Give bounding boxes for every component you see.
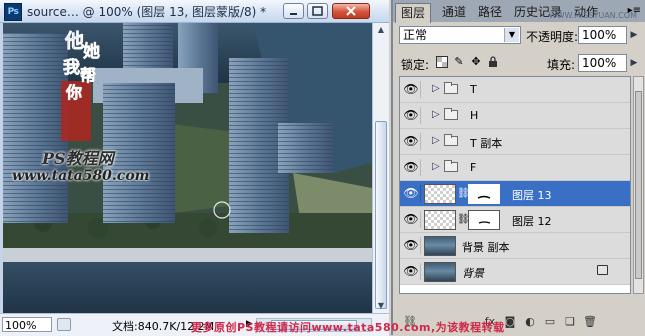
minimize-icon	[290, 13, 297, 15]
lock-image-brush-icon[interactable]: ✎	[453, 56, 465, 68]
tab-layers[interactable]: 图层	[395, 3, 432, 23]
visibility-eye-icon[interactable]: 👁	[402, 133, 421, 150]
adjustment-layer-icon[interactable]: ◐	[523, 315, 537, 329]
layer-row[interactable]: 👁 ⛓ 图层 12	[400, 207, 630, 233]
minimize-button[interactable]	[283, 3, 304, 19]
layer-thumbnail[interactable]	[424, 210, 456, 230]
lock-position-move-icon[interactable]: ✥	[470, 56, 482, 68]
layer-name: 图层 13	[512, 189, 552, 202]
visibility-eye-icon[interactable]: 👁	[402, 81, 421, 98]
close-icon	[346, 6, 356, 16]
layer-row[interactable]: 👁 ▷ T	[400, 77, 630, 103]
layer-row[interactable]: 👁 ▷ F	[400, 155, 630, 181]
bottom-watermark: 更多原创PS教程请访问www.tata580.com,为该教程转载	[191, 321, 505, 334]
canvas-watermark-ps: PS教程网	[42, 149, 114, 168]
blend-mode-select[interactable]: 正常 ▼	[399, 26, 521, 44]
opacity-flyout-icon[interactable]: ▶	[628, 26, 640, 44]
lock-all-icon[interactable]	[487, 56, 499, 68]
zoom-field[interactable]: 100%	[2, 317, 52, 332]
layer-thumbnail[interactable]	[424, 236, 456, 256]
close-button[interactable]	[332, 3, 370, 19]
vertical-scroll-thumb[interactable]	[375, 121, 387, 309]
svg-text:她: 她	[83, 41, 100, 62]
fill-flyout-icon[interactable]: ▶	[628, 54, 640, 72]
layer-row[interactable]: 👁 背景	[400, 259, 630, 285]
svg-text:他: 他	[64, 29, 84, 52]
layers-panel: 图层 通道 路径 历史记录 动作 WWW.MISSYUAN.COM ▸≡ 正常 …	[391, 0, 645, 335]
layers-scrollbar[interactable]	[633, 76, 644, 294]
background-lock-icon	[597, 265, 608, 275]
panel-menu-icon[interactable]: ▸≡	[628, 5, 641, 16]
layer-name: 背景 副本	[462, 241, 510, 254]
maximize-icon	[312, 6, 323, 16]
folder-icon	[444, 82, 458, 94]
new-group-icon[interactable]: ▭	[543, 315, 557, 329]
layer-mask-thumbnail[interactable]	[468, 184, 500, 204]
visibility-eye-icon[interactable]: 👁	[402, 107, 421, 124]
layers-scroll-thumb[interactable]	[635, 91, 642, 279]
layer-row-selected[interactable]: 👁 ⛓ 图层 13	[400, 181, 630, 207]
photoshop-app-icon: Ps	[4, 3, 22, 21]
new-layer-icon[interactable]: ❏	[563, 315, 577, 329]
vertical-scrollbar[interactable]: ▲ ▼	[372, 23, 389, 313]
tab-channels[interactable]: 通道	[437, 3, 471, 22]
scroll-up-arrow-icon[interactable]: ▲	[373, 23, 389, 37]
layer-row[interactable]: 👁 ▷ T 副本	[400, 129, 630, 155]
fill-label: 填充:	[547, 58, 576, 72]
visibility-eye-icon[interactable]: 👁	[402, 237, 421, 254]
layer-mask-thumbnail[interactable]	[468, 210, 500, 230]
layer-thumbnail[interactable]	[424, 262, 456, 282]
lock-transparent-icon[interactable]	[436, 56, 448, 68]
fill-field[interactable]: 100%	[578, 54, 627, 72]
layer-name: 图层 12	[512, 215, 552, 228]
svg-text:你: 你	[65, 83, 82, 102]
scroll-down-arrow-icon[interactable]: ▼	[373, 299, 389, 313]
panel-tabs: 图层 通道 路径 历史记录 动作 WWW.MISSYUAN.COM ▸≡	[393, 0, 645, 23]
folder-icon	[444, 160, 458, 172]
chevron-down-icon: ▼	[504, 28, 519, 42]
layer-name: H	[470, 109, 479, 122]
layers-list: 👁 ▷ T 👁 ▷ H 👁 ▷ T 副本 👁 ▷ F 👁 ⛓ 图层 13 👁 ⛓…	[399, 76, 631, 294]
disclosure-triangle-icon[interactable]: ▷	[432, 135, 440, 146]
disclosure-triangle-icon[interactable]: ▷	[432, 161, 440, 172]
disclosure-triangle-icon[interactable]: ▷	[432, 83, 440, 94]
disclosure-triangle-icon[interactable]: ▷	[432, 109, 440, 120]
layer-name: T	[470, 83, 477, 96]
top-watermark: WWW.MISSYUAN.COM	[548, 11, 637, 20]
folder-icon	[444, 108, 458, 120]
svg-text:我: 我	[63, 58, 80, 78]
layer-thumbnail[interactable]	[424, 184, 456, 204]
maximize-button[interactable]	[307, 3, 328, 19]
visibility-eye-icon[interactable]: 👁	[402, 263, 421, 280]
add-mask-icon[interactable]: ◙	[503, 315, 517, 329]
visibility-eye-icon[interactable]: 👁	[402, 185, 421, 202]
visibility-eye-icon[interactable]: 👁	[402, 159, 421, 176]
layer-row[interactable]: 👁 背景 副本	[400, 233, 630, 259]
folder-icon	[444, 134, 458, 146]
delete-layer-icon[interactable]: 🗑	[583, 315, 597, 329]
document-title-bar[interactable]: Ps source… @ 100% (图层 13, 图层蒙版/8) *	[0, 0, 389, 23]
layer-name: 背景	[462, 267, 484, 280]
opacity-field[interactable]: 100%	[578, 26, 627, 44]
blend-mode-value: 正常	[403, 28, 428, 42]
layer-name: T 副本	[470, 137, 503, 150]
status-info-icon[interactable]	[57, 318, 71, 331]
visibility-eye-icon[interactable]: 👁	[402, 211, 421, 228]
opacity-label: 不透明度:	[526, 30, 579, 44]
svg-text:帮: 帮	[80, 66, 96, 85]
tab-paths[interactable]: 路径	[473, 3, 507, 22]
document-window: Ps source… @ 100% (图层 13, 图层蒙版/8) * 他 她 …	[0, 0, 389, 336]
document-title: source… @ 100% (图层 13, 图层蒙版/8) *	[27, 5, 267, 19]
canvas-watermark-site: www.tata580.com	[12, 168, 150, 184]
lock-label: 锁定:	[401, 58, 430, 72]
layer-row[interactable]: 👁 ▷ H	[400, 103, 630, 129]
layer-name: F	[470, 161, 477, 174]
